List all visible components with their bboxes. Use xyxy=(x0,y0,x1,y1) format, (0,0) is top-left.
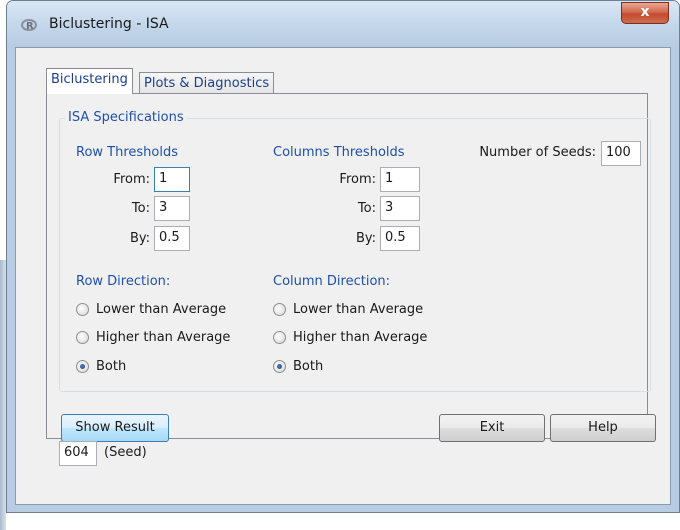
column-to-field[interactable]: 3 xyxy=(380,196,420,221)
exit-button[interactable]: Exit xyxy=(439,414,545,442)
row-to-field[interactable]: 3 xyxy=(154,196,190,221)
close-button[interactable]: x xyxy=(621,2,669,24)
column-thresholds-title: Columns Thresholds xyxy=(273,145,405,160)
radio-label: Lower than Average xyxy=(96,302,227,317)
radio-button[interactable] xyxy=(273,303,286,316)
column-to-label: To: xyxy=(357,201,376,216)
radio-label: Both xyxy=(96,359,127,374)
title-bar[interactable]: R Biclustering - ISA x xyxy=(7,1,679,47)
radio-button[interactable] xyxy=(76,331,89,344)
row-from-label: From: xyxy=(113,172,150,187)
row-thresholds-title: Row Thresholds xyxy=(76,145,179,160)
radio-label: Lower than Average xyxy=(293,302,424,317)
column-by-field[interactable]: 0.5 xyxy=(380,226,420,251)
column-from-label: From: xyxy=(339,172,376,187)
dialog-content: Biclustering Plots & Diagnostics ISA Spe… xyxy=(15,47,671,505)
column-by-label: By: xyxy=(355,231,376,246)
r-logo-icon: R xyxy=(21,19,37,32)
radio-button-selected[interactable] xyxy=(273,360,286,373)
radio-label: Both xyxy=(293,359,324,374)
show-result-button[interactable]: Show Result xyxy=(61,414,169,442)
isa-specifications-title: ISA Specifications xyxy=(65,110,187,125)
row-from-field[interactable]: 1 xyxy=(154,167,190,192)
radio-button-selected[interactable] xyxy=(76,360,89,373)
seed-label: (Seed) xyxy=(104,445,147,460)
column-from-field[interactable]: 1 xyxy=(380,167,420,192)
row-by-label: By: xyxy=(129,231,150,246)
tab-panel-biclustering: ISA Specifications Row Thresholds From: … xyxy=(46,93,656,442)
column-direction-title: Column Direction: xyxy=(273,274,391,289)
radio-label: Higher than Average xyxy=(293,330,428,345)
svg-text:R: R xyxy=(26,21,34,32)
number-of-seeds-label: Number of Seeds: xyxy=(479,145,596,160)
isa-specifications-group: ISA Specifications Row Thresholds From: … xyxy=(59,110,651,392)
tab-biclustering[interactable]: Biclustering xyxy=(46,68,133,94)
radio-button[interactable] xyxy=(273,331,286,344)
window-title: Biclustering - ISA xyxy=(49,16,169,32)
number-of-seeds-field[interactable]: 100 xyxy=(601,141,641,166)
row-to-label: To: xyxy=(131,201,150,216)
seed-value-field[interactable]: 604 xyxy=(59,441,97,466)
radio-label: Higher than Average xyxy=(96,330,231,345)
dialog-window: R Biclustering - ISA x Biclustering Plot… xyxy=(6,0,680,513)
help-button[interactable]: Help xyxy=(550,414,656,442)
row-by-field[interactable]: 0.5 xyxy=(154,226,190,251)
radio-button[interactable] xyxy=(76,303,89,316)
row-direction-title: Row Direction: xyxy=(76,274,171,289)
